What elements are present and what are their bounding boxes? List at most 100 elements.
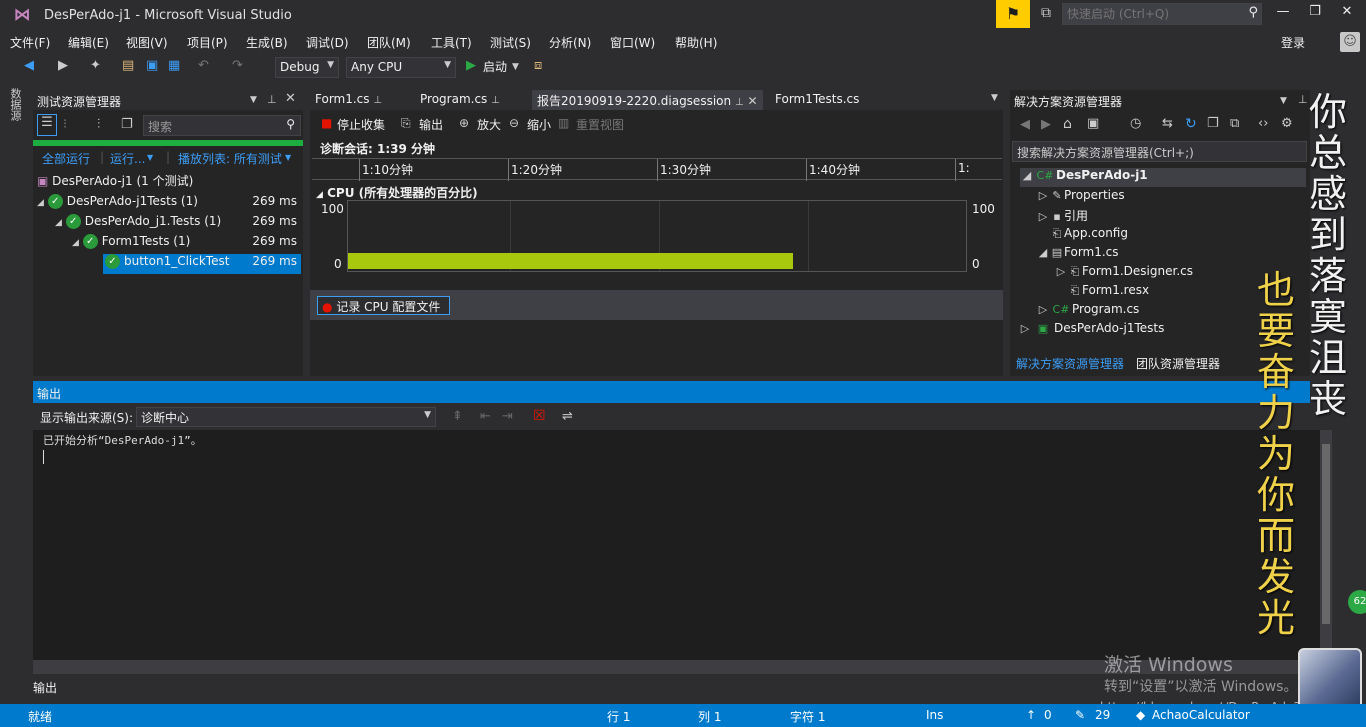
collapse-icon[interactable]: ◢: [316, 190, 323, 200]
collapse-icon[interactable]: ◢: [55, 218, 62, 228]
solution-search-input[interactable]: 搜索解决方案资源管理器(Ctrl+;): [1012, 141, 1307, 162]
menu-window[interactable]: 窗口(W): [610, 34, 655, 51]
collapse-icon[interactable]: ◢: [72, 238, 79, 248]
output-text-area[interactable]: 已开始分析“DesPerAdo-j1”。: [33, 430, 1320, 660]
expand-icon[interactable]: ▷: [1054, 265, 1068, 278]
zoom-in-button[interactable]: 放大: [477, 116, 501, 133]
solution-item-project[interactable]: ◢ C# DesPerAdo-j1: [1020, 168, 1306, 187]
code-view-icon[interactable]: ‹›: [1258, 116, 1268, 131]
minimize-button[interactable]: —: [1268, 4, 1298, 24]
maximize-button[interactable]: ❐: [1300, 4, 1330, 24]
chevron-down-icon[interactable]: ▼: [1280, 96, 1287, 106]
back-icon[interactable]: ◀: [1020, 117, 1030, 132]
solution-item-program[interactable]: ▷ C# Program.cs: [1036, 302, 1140, 321]
status-edits[interactable]: 29: [1095, 708, 1110, 722]
tab-form1tests-cs[interactable]: Form1Tests.cs: [770, 90, 864, 110]
pin-icon[interactable]: ⊥: [373, 95, 382, 106]
attach-icon[interactable]: ⧈: [534, 58, 542, 73]
menu-debug[interactable]: 调试(D): [306, 34, 349, 51]
chevron-down-icon[interactable]: ▼: [285, 153, 291, 162]
undo-icon[interactable]: ↶: [198, 58, 209, 73]
clear-all-icon[interactable]: ☒: [533, 408, 546, 424]
close-icon[interactable]: ✕: [285, 91, 296, 106]
show-all-files-icon[interactable]: ⧉: [1230, 116, 1239, 131]
tab-team-explorer[interactable]: 团队资源管理器: [1136, 355, 1220, 372]
tab-diagsession[interactable]: 报告20190919-2220.diagsession ⊥ ✕: [532, 90, 763, 110]
copy-icon[interactable]: ❐: [121, 117, 133, 132]
collapse-all-icon[interactable]: ❐: [1207, 116, 1219, 131]
menu-analyze[interactable]: 分析(N): [549, 34, 591, 51]
scrollbar-thumb[interactable]: [1322, 444, 1330, 624]
solution-item-form1-designer[interactable]: ▷ ⎗ Form1.Designer.cs: [1054, 264, 1193, 283]
refresh-icon[interactable]: ↻: [1185, 116, 1197, 132]
forward-icon[interactable]: ▶: [58, 58, 68, 73]
menu-help[interactable]: 帮助(H): [675, 34, 717, 51]
solution-item-properties[interactable]: ▷ ✎ Properties: [1036, 188, 1125, 207]
solution-item-app-config[interactable]: ⎗ App.config: [1050, 226, 1128, 245]
chevron-down-icon[interactable]: ▼: [512, 62, 519, 72]
forward-icon[interactable]: ▶: [1041, 117, 1051, 132]
timeline-ruler[interactable]: 1:10分钟 1:20分钟 1:30分钟 1:40分钟 1:: [312, 158, 1002, 181]
find-message-icon[interactable]: ⇞: [452, 409, 463, 424]
collapse-icon[interactable]: ◢: [1036, 246, 1050, 259]
zoom-out-button[interactable]: 缩小: [527, 116, 551, 133]
cpu-graph-title[interactable]: ◢ CPU (所有处理器的百分比): [316, 184, 478, 201]
expand-icon[interactable]: ▷: [1036, 303, 1050, 316]
home-icon[interactable]: ⌂: [1063, 116, 1072, 132]
filter-icon[interactable]: ⁝: [63, 117, 67, 132]
test-search-input[interactable]: 搜索 ⚲: [143, 115, 301, 136]
next-message-icon[interactable]: ⇥: [502, 409, 513, 424]
close-icon[interactable]: ✕: [747, 94, 757, 108]
columns-icon[interactable]: ⫶: [97, 117, 100, 132]
pin-icon[interactable]: ⊥: [491, 95, 500, 106]
save-icon[interactable]: ▣: [146, 58, 158, 73]
quick-launch[interactable]: ⚲: [1062, 3, 1262, 25]
solution-item-references[interactable]: ▷ ▪ 引用: [1036, 207, 1088, 226]
sync-icon[interactable]: ⇆: [1162, 116, 1173, 131]
pin-icon[interactable]: ⊥: [267, 93, 277, 106]
collapse-icon[interactable]: ◢: [1020, 169, 1034, 182]
run-all-link[interactable]: 全部运行: [42, 150, 90, 167]
close-button[interactable]: ✕: [1332, 4, 1362, 24]
profile-icon[interactable]: ☺: [1340, 32, 1360, 52]
menu-test[interactable]: 测试(S): [490, 34, 531, 51]
status-unpushed[interactable]: 0: [1044, 708, 1052, 722]
menu-view[interactable]: 视图(V): [126, 34, 168, 51]
menu-build[interactable]: 生成(B): [246, 34, 288, 51]
back-icon[interactable]: ◀: [24, 58, 34, 73]
previous-message-icon[interactable]: ⇤: [480, 409, 491, 424]
stop-collection-button[interactable]: 停止收集: [337, 116, 385, 133]
record-cpu-profile-button[interactable]: ● 记录 CPU 配置文件: [317, 296, 450, 315]
switch-views-icon[interactable]: ▣: [1087, 116, 1099, 131]
solution-item-tests-project[interactable]: ▷ ▣ DesPerAdo-j1Tests: [1018, 321, 1165, 340]
tab-solution-explorer[interactable]: 解决方案资源管理器: [1016, 355, 1124, 372]
menu-team[interactable]: 团队(M): [367, 34, 411, 51]
new-project-icon[interactable]: ✦: [90, 58, 101, 73]
feedback-flag-icon[interactable]: ⚑: [996, 0, 1030, 28]
test-node-row[interactable]: ◢ ✓ DesPerAdo-j1Tests (1) 269 ms: [37, 194, 301, 214]
status-project[interactable]: AchaoCalculator: [1152, 708, 1250, 722]
expand-icon[interactable]: ▷: [1018, 322, 1032, 335]
menu-project[interactable]: 项目(P): [187, 34, 228, 51]
avatar[interactable]: [1298, 648, 1362, 712]
menu-tools[interactable]: 工具(T): [431, 34, 472, 51]
playlist-link[interactable]: 播放列表: 所有测试: [178, 150, 282, 167]
test-node-row-selected[interactable]: ✓ button1_ClickTest 269 ms: [103, 254, 301, 274]
history-icon[interactable]: ◷: [1130, 116, 1141, 131]
run-link[interactable]: 运行...: [110, 150, 145, 167]
quick-launch-input[interactable]: [1063, 4, 1238, 24]
test-node-row[interactable]: ◢ ✓ DesPerAdo_j1.Tests (1) 269 ms: [55, 214, 301, 234]
start-button[interactable]: 启动: [483, 58, 507, 75]
notification-icon[interactable]: ⧉: [1036, 5, 1056, 25]
pin-icon[interactable]: ⊥: [735, 97, 744, 108]
chevron-down-icon[interactable]: ▼: [147, 153, 153, 162]
output-footer-tab[interactable]: 输出: [33, 679, 57, 696]
menu-file[interactable]: 文件(F): [10, 34, 50, 51]
login-link[interactable]: 登录: [1281, 34, 1305, 51]
redo-icon[interactable]: ↷: [232, 58, 243, 73]
output-vertical-scrollbar[interactable]: [1320, 430, 1332, 660]
start-icon[interactable]: ▶: [466, 58, 476, 73]
open-folder-icon[interactable]: ▤: [122, 58, 134, 73]
group-by-icon[interactable]: ☰: [37, 114, 57, 136]
test-node-row[interactable]: ◢ ✓ Form1Tests (1) 269 ms: [72, 234, 301, 254]
